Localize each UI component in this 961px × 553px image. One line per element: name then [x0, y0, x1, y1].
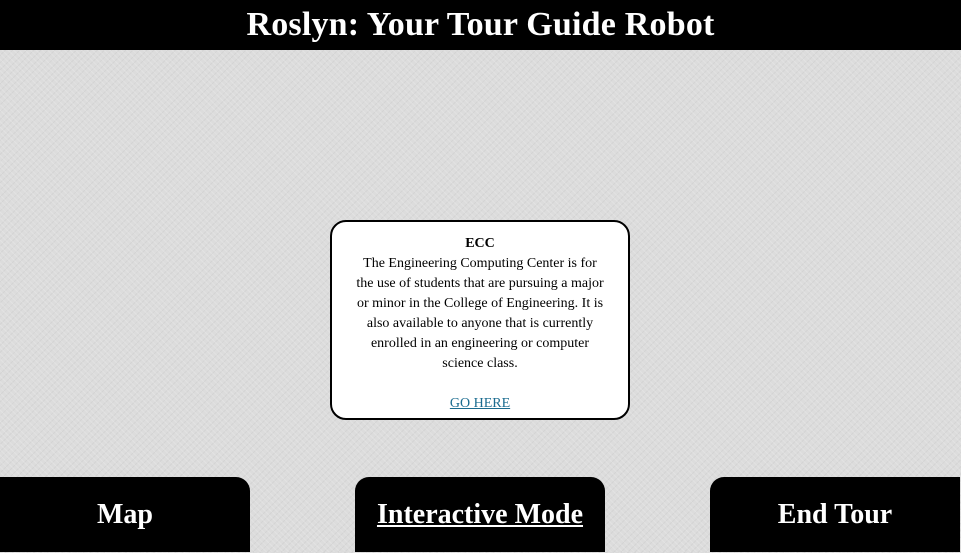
location-info-card: ECC The Engineering Computing Center is … [330, 220, 630, 420]
location-description: The Engineering Computing Center is for … [356, 256, 604, 371]
app-title: Roslyn: Your Tour Guide Robot [246, 6, 715, 43]
app-header: Roslyn: Your Tour Guide Robot [0, 0, 961, 50]
map-button-label: Map [97, 499, 153, 530]
location-title: ECC [465, 236, 495, 251]
end-tour-button[interactable]: End Tour [710, 477, 960, 552]
end-tour-button-label: End Tour [777, 499, 893, 530]
map-button[interactable]: Map [0, 477, 250, 552]
interactive-mode-button[interactable]: Interactive Mode [355, 477, 605, 552]
interactive-mode-button-label: Interactive Mode [376, 499, 584, 530]
go-here-link[interactable]: GO HERE [450, 394, 510, 414]
